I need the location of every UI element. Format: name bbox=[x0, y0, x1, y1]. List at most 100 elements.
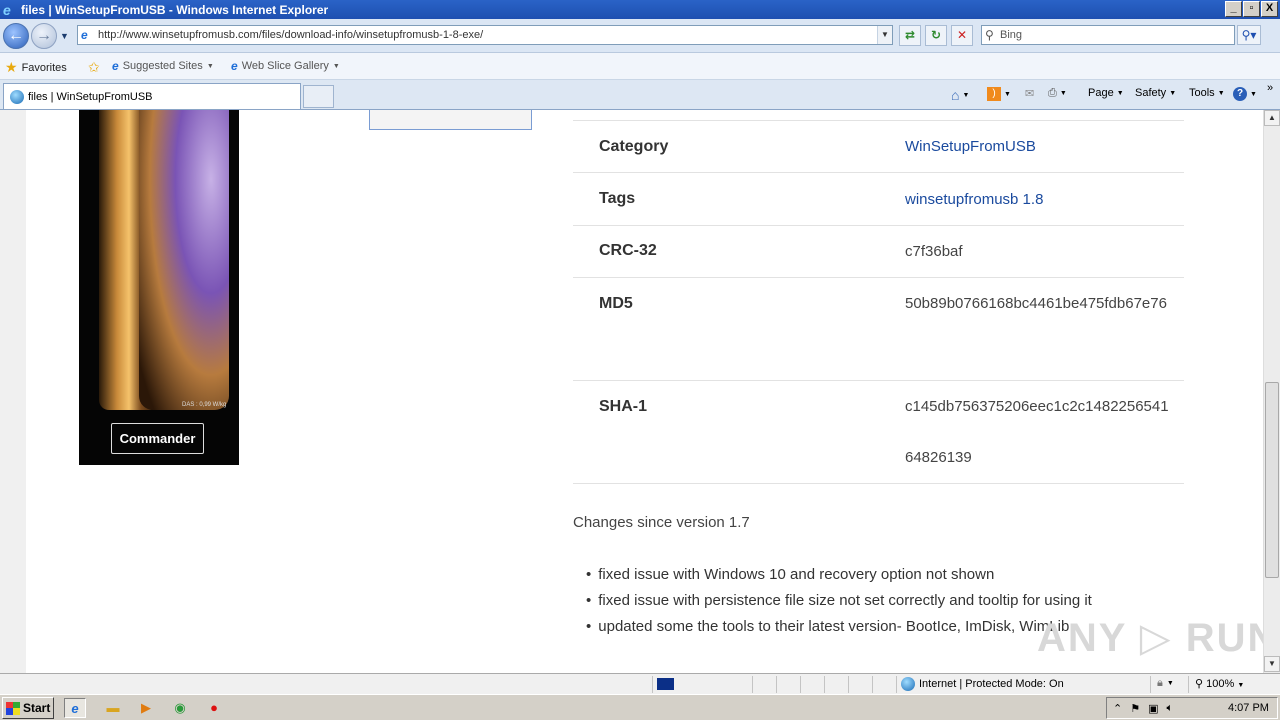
refresh-button[interactable]: ↻ bbox=[925, 25, 947, 46]
maximize-button[interactable]: ▫ bbox=[1243, 1, 1260, 17]
lock-icon: 🔒︎ bbox=[1157, 677, 1163, 689]
action-center-flag-icon[interactable]: ⚑ bbox=[1130, 702, 1140, 715]
taskbar-media-player-button[interactable]: ▶ bbox=[135, 698, 157, 718]
page-viewport: DAS : 0,99 W/kg Commander Category WinSe… bbox=[0, 110, 1263, 673]
status-divider bbox=[848, 676, 849, 693]
start-button[interactable]: Start bbox=[2, 697, 54, 719]
stop-sign-icon: ● bbox=[210, 700, 218, 715]
system-tray: ⌃ ⚑ ▣ 🔈︎ 4:07 PM bbox=[1106, 697, 1278, 719]
compatibility-view-button[interactable]: ⇄ bbox=[899, 25, 921, 46]
zoom-control[interactable]: ⚲ 100% ▼ bbox=[1195, 677, 1244, 690]
stop-button[interactable]: ✕ bbox=[951, 25, 973, 46]
folder-icon: ▬ bbox=[106, 700, 120, 715]
scroll-up-button[interactable]: ▲ bbox=[1264, 110, 1280, 126]
start-label: Start bbox=[23, 701, 51, 715]
safety-menu-label: Safety bbox=[1135, 87, 1167, 99]
ie-page-icon: e bbox=[112, 59, 119, 73]
chevron-down-icon: ▼ bbox=[1004, 90, 1011, 98]
page-menu[interactable]: Page ▼ bbox=[1088, 87, 1124, 99]
favorites-button[interactable]: ★ Favorites bbox=[5, 59, 67, 76]
status-divider bbox=[824, 676, 825, 693]
chevron-down-icon: ▼ bbox=[1059, 90, 1067, 97]
chevron-down-icon: ▼ bbox=[1237, 682, 1245, 689]
up-arrow-icon: ▲ bbox=[1268, 113, 1276, 122]
status-divider bbox=[652, 676, 653, 693]
tools-menu[interactable]: Tools ▼ bbox=[1189, 87, 1225, 99]
tag-link[interactable]: winsetupfromusb 1.8 bbox=[905, 174, 1175, 225]
taskbar-ie-button[interactable]: e bbox=[64, 698, 86, 718]
clock[interactable]: 4:07 PM bbox=[1228, 702, 1269, 714]
add-favorite-button[interactable]: ✩ bbox=[88, 59, 100, 76]
chevron-down-icon: ▼ bbox=[1116, 89, 1124, 97]
row-label: Tags bbox=[599, 190, 636, 207]
search-input[interactable]: ⚲ Bing bbox=[981, 25, 1235, 45]
forward-button[interactable]: → bbox=[31, 23, 57, 49]
ad-commander-button[interactable]: Commander bbox=[111, 423, 204, 454]
chevron-down-icon: ▼ bbox=[1217, 89, 1225, 97]
scroll-down-button[interactable]: ▼ bbox=[1264, 656, 1280, 672]
back-button[interactable]: ← bbox=[3, 23, 29, 49]
list-item: fixed issue with persistence file size n… bbox=[586, 592, 1092, 618]
internet-explorer-icon: e bbox=[71, 701, 79, 716]
chevron-double-right-icon: » bbox=[1267, 82, 1274, 94]
compatibility-icon: ⇄ bbox=[904, 28, 916, 42]
read-mail-button[interactable]: ✉ bbox=[1025, 87, 1034, 100]
page-icon: e bbox=[81, 28, 88, 42]
favorites-bar: ★ Favorites ✩ e Suggested Sites ▼ e Web … bbox=[0, 53, 1280, 80]
tools-menu-label: Tools bbox=[1189, 87, 1215, 99]
taskbar-antivirus-button[interactable]: ● bbox=[203, 698, 225, 718]
progress-indicator bbox=[657, 678, 674, 690]
vertical-scrollbar[interactable]: ▲ ▼ bbox=[1263, 110, 1280, 673]
advertisement-banner[interactable]: DAS : 0,99 W/kg Commander bbox=[79, 110, 239, 465]
security-zone[interactable]: Internet | Protected Mode: On bbox=[901, 677, 1064, 691]
internet-globe-icon bbox=[901, 677, 915, 691]
search-icon: ⚲ bbox=[985, 28, 994, 42]
status-divider bbox=[776, 676, 777, 693]
chevron-down-icon: ▼ bbox=[1250, 90, 1257, 98]
table-row: MD5 50b89b0766168bc4461be475fdb67e76 bbox=[573, 277, 1184, 380]
mail-icon: ✉ bbox=[1025, 88, 1035, 100]
row-label: Category bbox=[599, 138, 669, 155]
file-info-table: Category WinSetupFromUSB Tags winsetupfr… bbox=[573, 120, 1184, 483]
address-dropdown-icon[interactable]: ▼ bbox=[877, 26, 892, 44]
table-row: CRC-32 c7f36baf bbox=[573, 225, 1184, 277]
protected-mode-button[interactable]: 🔒︎ ▼ bbox=[1157, 677, 1174, 690]
toolbar-overflow-button[interactable]: » bbox=[1267, 82, 1273, 94]
safety-menu[interactable]: Safety ▼ bbox=[1135, 87, 1176, 99]
show-hidden-icons-icon[interactable]: ⌃ bbox=[1113, 702, 1122, 715]
row-label: CRC-32 bbox=[599, 242, 657, 259]
web-slice-gallery-link[interactable]: e Web Slice Gallery ▼ bbox=[231, 59, 340, 73]
new-tab-button[interactable] bbox=[303, 85, 334, 108]
chrome-icon: ◉ bbox=[174, 700, 186, 715]
help-button[interactable]: ? ▼ bbox=[1233, 87, 1257, 101]
address-url: http://www.winsetupfromusb.com/files/dow… bbox=[98, 29, 484, 41]
address-bar[interactable]: e http://www.winsetupfromusb.com/files/d… bbox=[77, 25, 893, 45]
tab-active[interactable]: files | WinSetupFromUSB bbox=[3, 83, 301, 109]
table-row: SHA-1 c145db756375206eec1c2c148225654164… bbox=[573, 380, 1184, 483]
scroll-thumb[interactable] bbox=[1265, 382, 1279, 578]
suggested-sites-link[interactable]: e Suggested Sites ▼ bbox=[112, 59, 214, 73]
search-go-button[interactable]: ⚲▾ bbox=[1237, 25, 1261, 45]
recent-pages-dropdown-icon[interactable]: ▼ bbox=[60, 31, 69, 41]
volume-icon[interactable]: 🔈︎ bbox=[1167, 702, 1174, 715]
windows-logo-icon bbox=[6, 701, 20, 715]
changes-heading: Changes since version 1.7 bbox=[573, 514, 750, 531]
feeds-button[interactable]: ) ▼ bbox=[987, 87, 1011, 101]
table-divider bbox=[573, 483, 1184, 484]
add-to-favorites-icon: ✩ bbox=[88, 59, 100, 75]
suggested-sites-label: Suggested Sites bbox=[122, 60, 203, 72]
search-placeholder: Bing bbox=[1000, 29, 1023, 41]
category-link[interactable]: WinSetupFromUSB bbox=[905, 121, 1175, 172]
minimize-button[interactable]: _ bbox=[1225, 1, 1242, 17]
down-arrow-icon: ▼ bbox=[1268, 659, 1276, 668]
md5-value: 50b89b0766168bc4461be475fdb67e76 bbox=[905, 295, 1167, 312]
row-label: MD5 bbox=[599, 295, 633, 312]
print-button[interactable]: ⎙ ▼ bbox=[1048, 87, 1067, 100]
refresh-icon: ↻ bbox=[930, 28, 942, 42]
taskbar-explorer-button[interactable]: ▬ bbox=[102, 698, 124, 718]
ie-page-icon: e bbox=[231, 59, 238, 73]
home-button[interactable]: ⌂ ▼ bbox=[951, 87, 969, 103]
taskbar-chrome-button[interactable]: ◉ bbox=[169, 698, 191, 718]
close-window-button[interactable]: X bbox=[1261, 1, 1278, 17]
network-icon[interactable]: ▣ bbox=[1148, 702, 1158, 715]
